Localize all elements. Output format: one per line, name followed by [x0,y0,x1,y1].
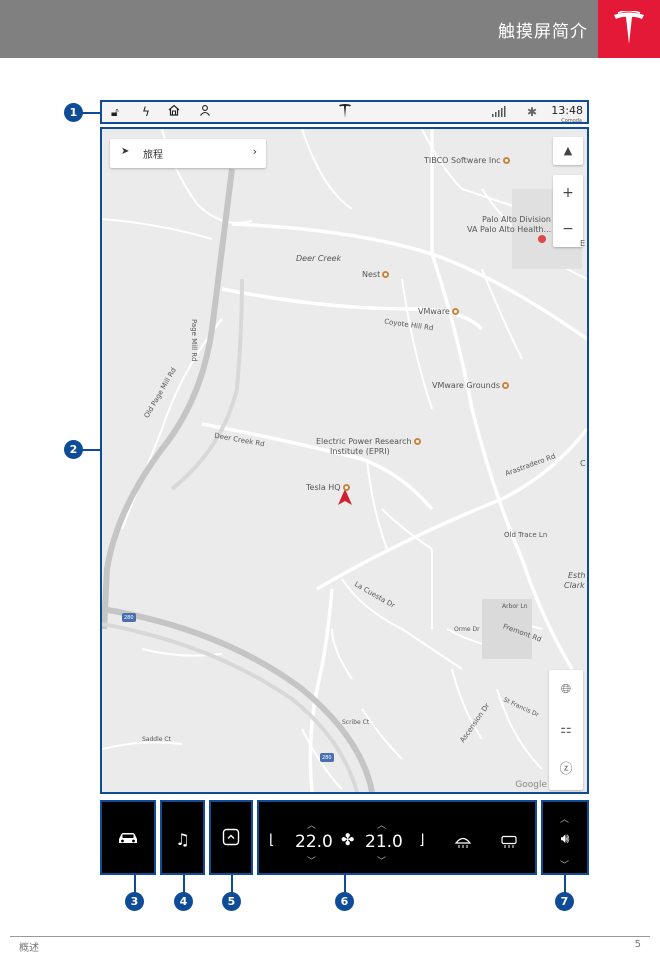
callout-4-leader [183,875,185,893]
driver-seat-heater-icon[interactable]: ⌊ [269,832,274,848]
tesla-logo [598,0,660,58]
highway-280-label: 280 [124,615,134,621]
volume-up-icon[interactable]: ︿ [560,812,569,825]
chevron-right-icon: › [252,145,257,158]
poi-vmware: VMware [418,307,459,316]
traffic-light-icon: ⚏ [560,722,572,737]
callout-2: 2 [64,440,83,459]
road-scribe: Scribe Ct [342,719,370,726]
app-launcher-tile[interactable] [209,800,253,875]
driver-temp-down-icon[interactable]: ﹀ [307,854,316,867]
map-layers-button[interactable]: 🌐︎ [549,670,583,710]
poi-va-palo-alto: VA Palo Alto Health... [467,225,552,234]
road-old-trace: Old Trace Ln [504,531,548,539]
zoom-in-button[interactable]: + [553,175,583,211]
map-side-controls: 🌐︎ ⚏ ⓩ [549,670,583,790]
speaker-icon[interactable]: 🔊︎ [543,831,587,847]
volume-down-icon[interactable]: ﹀ [560,858,569,871]
car-icon [102,830,154,849]
chargers-button[interactable]: ⓩ [549,750,583,790]
clock: 13:48 [551,104,583,117]
poi-epri-line2: Institute (EPRI) [330,447,390,456]
footer-divider [10,936,650,937]
charging-icon[interactable]: ϟ [142,104,150,120]
road-saddle: Saddle Ct [142,736,171,743]
tesla-menu-icon[interactable] [338,103,352,123]
callout-7-leader [564,875,566,893]
navigate-icon: ➤ [121,146,130,157]
music-note-icon: ♫ [175,830,190,849]
poi-nest: Nest [362,270,390,279]
passenger-seat-heater-icon[interactable]: ⌋ [419,832,424,848]
driver-temperature[interactable]: 22.0 [295,832,333,852]
status-bar: 🔓︎ ϟ ✱ 13:48 Comoda [100,100,589,124]
lock-icon[interactable]: 🔓︎ [111,104,119,120]
signal-strength-icon [492,105,506,121]
page-number: 5 [634,939,641,950]
google-attribution: Google [515,780,547,790]
navigation-card[interactable]: ➤ 旅程 › [110,139,266,168]
callout-3-leader [134,875,136,893]
app-launcher-icon [211,828,251,850]
media-player-tile[interactable]: ♫ [160,800,205,875]
callout-6-leader [344,875,346,893]
area-clark-1: Esth [568,571,586,580]
globe-icon: 🌐︎ [560,682,572,697]
passenger-temperature[interactable]: 21.0 [365,832,403,852]
zoom-controls: + − [553,175,583,247]
road-arbor: Arbor Ln [502,603,528,610]
map-edge-label-c: C [580,459,586,468]
driver-temp-up-icon[interactable]: ︿ [307,818,316,831]
bluetooth-icon[interactable]: ✱ [527,104,537,120]
trips-label: 旅程 [143,150,163,161]
road-page-mill: Page Mill Rd [190,319,198,362]
climate-controls: ⌊ ︿ 22.0 ﹀ ✤ ︿ 21.0 ﹀ ⌋ [257,800,537,875]
callout-2-leader [81,449,100,451]
callout-6: 6 [335,892,354,911]
poi-tesla-hq: Tesla HQ [306,483,350,492]
map-view[interactable]: 280 280 ➤ 旅程 › ▲ + − 🌐︎ ⚏ ⓩ TIBCO Softwa… [100,127,589,794]
driver-profile-icon[interactable] [199,104,211,120]
compass-icon: ▲ [563,144,573,157]
passenger-temp-down-icon[interactable]: ﹀ [377,854,386,867]
area-clark-2: Clark [564,581,585,590]
poi-palo-alto-division: Palo Alto Division [482,215,551,224]
callout-4: 4 [174,892,193,911]
callout-3: 3 [125,892,144,911]
callout-7: 7 [555,892,574,911]
poi-epri-line1: Electric Power Research [316,437,421,446]
volume-controls: ︿ 🔊︎ ﹀ [541,800,589,875]
callout-5-leader [231,875,233,893]
rear-defrost-icon[interactable] [500,834,518,853]
clock-location: Comoda [561,118,582,124]
traffic-button[interactable]: ⚏ [549,710,583,750]
page-header: 触摸屏简介 [0,0,660,58]
section-name: 概述 [19,943,39,954]
poi-tibco: TIBCO Software Inc [424,156,510,165]
page-title: 触摸屏简介 [498,22,588,42]
compass-button[interactable]: ▲ [553,137,583,165]
callout-1-leader [81,112,100,114]
callout-5: 5 [222,892,241,911]
zoom-out-button[interactable]: − [553,211,583,247]
car-controls-tile[interactable] [100,800,156,875]
charging-station-icon: ⓩ [559,762,573,777]
callout-1: 1 [64,103,83,122]
highway-280-label-2: 280 [322,755,332,761]
poi-vmware-grounds: VMware Grounds [432,381,509,390]
passenger-temp-up-icon[interactable]: ︿ [377,818,386,831]
homelink-icon[interactable] [168,104,180,120]
road-orme: Orme Dr [454,626,480,633]
front-defrost-icon[interactable] [454,834,472,853]
fan-icon[interactable]: ✤ [341,830,354,849]
area-deer-creek: Deer Creek [296,254,342,263]
map-edge-label-e: E [580,239,586,248]
